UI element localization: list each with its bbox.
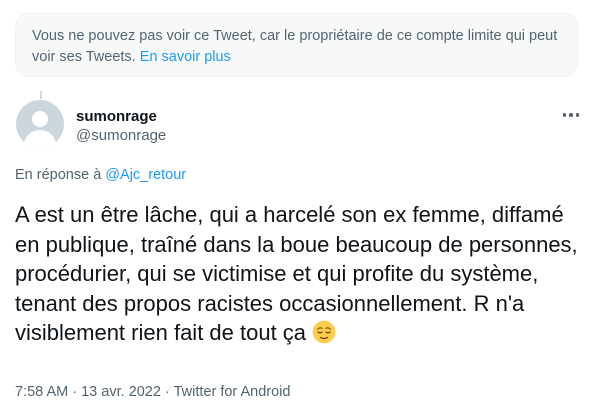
tweet-body: A est un être lâche, qui a harcelé son e…	[15, 202, 578, 345]
thread-connector-line	[40, 91, 42, 99]
relieved-face-emoji-icon	[312, 320, 336, 344]
tweet-date-link[interactable]: 13 avr. 2022	[81, 384, 161, 400]
reply-mention-link[interactable]: @Ajc_retour	[105, 167, 186, 183]
default-avatar-shoulders	[24, 130, 56, 148]
default-avatar-head	[32, 111, 48, 127]
reply-prefix: En réponse à	[15, 167, 102, 183]
unavailable-tweet-notice: Vous ne pouvez pas voir ce Tweet, car le…	[15, 13, 578, 77]
author-handle[interactable]: @sumonrage	[76, 127, 166, 144]
meta-separator: ·	[72, 384, 78, 400]
notice-text: Vous ne pouvez pas voir ce Tweet, car le…	[32, 28, 558, 65]
more-options-icon[interactable]	[556, 105, 586, 125]
tweet-text: A est un être lâche, qui a harcelé son e…	[15, 200, 580, 348]
tweet-metadata: 7:58 AM · 13 avr. 2022 · Twitter for And…	[15, 384, 290, 400]
reply-context: En réponse à @Ajc_retour	[15, 167, 186, 183]
avatar[interactable]	[16, 100, 64, 148]
meta-separator: ·	[164, 384, 170, 400]
tweet-source: Twitter for Android	[173, 384, 291, 400]
tweet-time-link[interactable]: 7:58 AM	[15, 384, 68, 400]
learn-more-link[interactable]: En savoir plus	[140, 49, 231, 65]
author-display-name[interactable]: sumonrage	[76, 108, 157, 125]
